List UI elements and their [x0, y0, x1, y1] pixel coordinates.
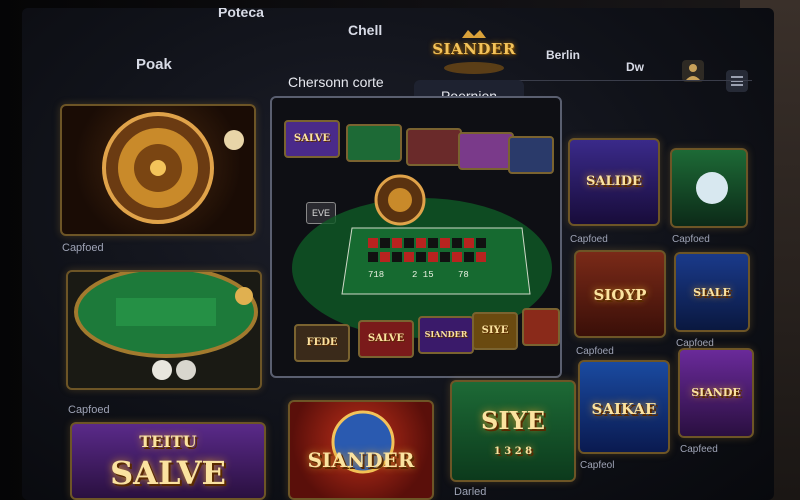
tile-caption: Capfeed: [680, 444, 718, 455]
nav-item-poteca[interactable]: Poteca: [218, 8, 264, 20]
tile-label-top: TEITU: [139, 432, 197, 451]
tile-caption: Capfoed: [570, 234, 608, 245]
mini-game-10[interactable]: [522, 308, 560, 346]
top-nav: Poteca Chell SIANDER Berlin Dw Poak: [22, 8, 774, 98]
tile-label: SIANDE: [691, 386, 741, 399]
menu-icon[interactable]: [726, 70, 748, 92]
game-tile-green[interactable]: [670, 148, 748, 228]
nav-item-berlin[interactable]: Berlin: [546, 48, 580, 62]
game-tile-blackjack[interactable]: [66, 270, 262, 390]
table-number: 718: [368, 270, 385, 280]
game-tile-salve[interactable]: TEITU SALVE: [70, 422, 266, 500]
tile-label: SALIDE: [586, 174, 642, 189]
nav-item-dw[interactable]: Dw: [626, 60, 644, 74]
casino-lobby-screen: Poteca Chell SIANDER Berlin Dw Poak Cher…: [22, 8, 774, 500]
tile-caption: Capfoed: [672, 234, 710, 245]
tile-label: SALVE: [110, 454, 226, 492]
nav-item-chell[interactable]: Chell: [348, 22, 382, 38]
tile-label: SAIKAE: [591, 400, 657, 418]
mini-game-9[interactable]: SIYE: [472, 312, 518, 350]
mini-game-6[interactable]: FEDE: [294, 324, 350, 362]
tile-caption: Capfoed: [62, 242, 104, 254]
tile-label: SIANDER: [307, 448, 415, 472]
game-tile-saikae[interactable]: SAIKAE: [578, 360, 670, 454]
table-number: 78: [458, 270, 469, 280]
tile-caption: Capfoed: [68, 404, 110, 416]
table-number: 2 15: [412, 270, 434, 280]
mini-game-7[interactable]: SALVE: [358, 320, 414, 358]
mini-game-8[interactable]: SIANDER: [418, 316, 474, 354]
user-icon[interactable]: [682, 60, 704, 82]
tile-sub-label: 1 3 2 8: [493, 446, 533, 457]
tile-caption: Capfeol: [580, 460, 615, 471]
site-logo[interactable]: SIANDER: [432, 26, 516, 78]
game-tile-salide[interactable]: SALIDE: [568, 138, 660, 226]
section-heading: Chersonn corte: [288, 74, 384, 90]
tile-label: SIALE: [693, 286, 731, 299]
roulette-wheel-icon: [102, 112, 244, 224]
game-tile-siande[interactable]: SIANDE: [678, 348, 754, 438]
tile-caption: Capfoed: [576, 346, 614, 357]
tile-label: SIYE: [481, 406, 545, 435]
featured-panel: SALVE EVE 718 2 15 78 FEDE SALVE SIANDER…: [270, 96, 562, 378]
logo-text: SIANDER: [432, 40, 516, 58]
game-tile-roulette[interactable]: [60, 104, 256, 236]
tile-caption: Darled: [454, 486, 487, 498]
nav-item-poak[interactable]: Poak: [136, 56, 172, 73]
suit-icon: [696, 172, 728, 204]
game-tile-siale[interactable]: SIALE: [674, 252, 750, 332]
tile-label: SIOYP: [593, 286, 647, 304]
blackjack-table-icon: [74, 272, 258, 380]
game-tile-sioyp[interactable]: SIOYP: [574, 250, 666, 338]
game-tile-siye[interactable]: SIYE 1 3 2 8: [450, 380, 576, 482]
game-tile-siander[interactable]: SIANDER: [288, 400, 434, 500]
